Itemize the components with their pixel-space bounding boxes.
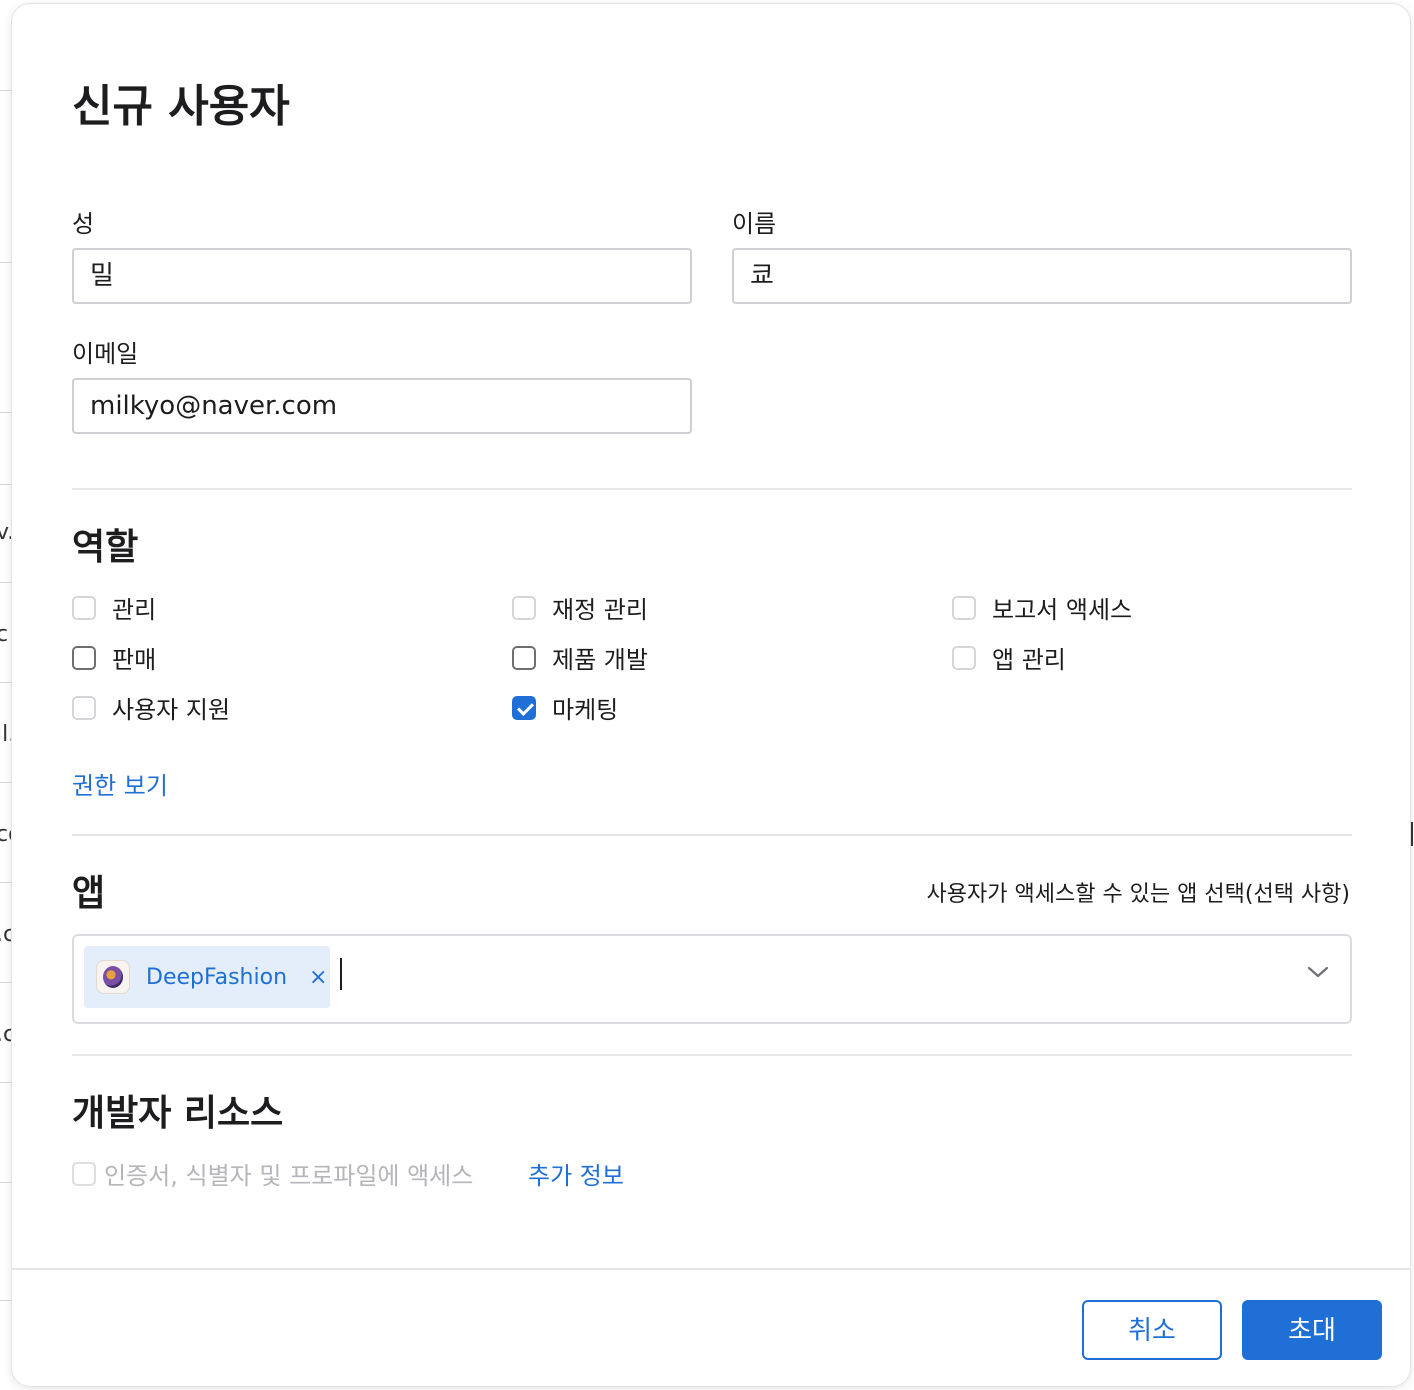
last-name-label: 성 [72, 210, 95, 238]
last-name-field[interactable]: 밀 [72, 248, 692, 304]
apps-selector[interactable]: DeepFashion × [72, 934, 1352, 1024]
role-product-dev[interactable]: 제품 개발 [512, 640, 648, 675]
role-app-manager[interactable]: 앱 관리 [952, 640, 1066, 675]
role-reports[interactable]: 보고서 액세스 [952, 590, 1132, 625]
new-user-dialog: 신규 사용자 성 밀 이름 쿄 이메일 milkyo@naver.com 역할 … [12, 4, 1410, 1386]
role-marketing[interactable]: 마케팅 [512, 690, 618, 725]
role-label: 판매 [112, 646, 157, 674]
role-app-manager-checkbox[interactable] [952, 645, 976, 670]
section-divider [72, 834, 1352, 836]
role-marketing-checkbox[interactable] [512, 695, 536, 720]
developer-access-checkbox[interactable] [72, 1161, 96, 1186]
email-label: 이메일 [72, 340, 139, 368]
background-scroll-marker [1410, 822, 1413, 846]
cancel-button[interactable]: 취소 [1082, 1300, 1222, 1360]
role-label: 마케팅 [552, 696, 619, 724]
role-finance[interactable]: 재정 관리 [512, 590, 648, 625]
role-customer-support[interactable]: 사용자 지원 [72, 690, 230, 725]
invite-button[interactable]: 초대 [1242, 1300, 1382, 1360]
app-chip-label: DeepFashion [146, 964, 288, 990]
role-label: 보고서 액세스 [992, 596, 1133, 624]
role-sales-checkbox[interactable] [72, 645, 96, 670]
dialog-title: 신규 사용자 [72, 81, 290, 132]
section-divider [72, 1054, 1352, 1056]
role-product-dev-checkbox[interactable] [512, 645, 536, 670]
roles-title: 역할 [72, 527, 139, 568]
developer-access-label: 인증서, 식별자 및 프로파일에 액세스 [104, 1162, 474, 1190]
apps-title: 앱 [72, 873, 106, 914]
more-info-link[interactable]: 추가 정보 [528, 1156, 624, 1191]
view-permissions-link[interactable]: 권한 보기 [72, 766, 168, 801]
chevron-down-icon[interactable] [1306, 960, 1330, 984]
app-chip-deepfashion: DeepFashion × [84, 946, 330, 1008]
role-label: 관리 [112, 596, 157, 624]
role-sales[interactable]: 판매 [72, 640, 156, 675]
remove-app-icon[interactable]: × [309, 965, 327, 990]
text-cursor [340, 958, 342, 990]
footer-divider [12, 1268, 1410, 1270]
deepfashion-app-icon [96, 960, 130, 994]
role-finance-checkbox[interactable] [512, 595, 536, 620]
first-name-field[interactable]: 쿄 [732, 248, 1352, 304]
role-reports-checkbox[interactable] [952, 595, 976, 620]
apps-hint: 사용자가 액세스할 수 있는 앱 선택(선택 사항) [926, 882, 1350, 907]
section-divider [72, 488, 1352, 490]
email-field[interactable]: milkyo@naver.com [72, 378, 692, 434]
role-admin[interactable]: 관리 [72, 590, 156, 625]
role-customer-support-checkbox[interactable] [72, 695, 96, 720]
role-label: 사용자 지원 [112, 696, 231, 724]
developer-access-row: 인증서, 식별자 및 프로파일에 액세스 [72, 1156, 473, 1191]
developer-resources-title: 개발자 리소스 [72, 1093, 284, 1134]
role-label: 재정 관리 [552, 596, 648, 624]
role-label: 제품 개발 [552, 646, 648, 674]
role-label: 앱 관리 [992, 646, 1066, 674]
role-admin-checkbox[interactable] [72, 595, 96, 620]
first-name-label: 이름 [732, 210, 777, 238]
bg-text-fragment: c [0, 622, 9, 647]
